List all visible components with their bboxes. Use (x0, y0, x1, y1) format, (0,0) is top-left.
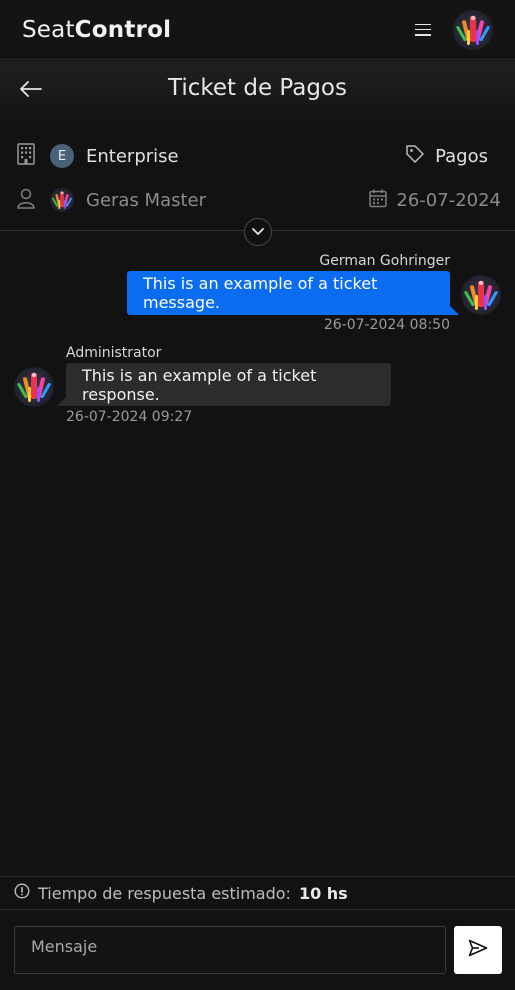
eta-label: Tiempo de respuesta estimado: (38, 883, 291, 903)
company-name: Enterprise (86, 145, 179, 167)
input-divider (0, 909, 515, 910)
author-avatar (14, 367, 54, 407)
info-circle-icon (14, 883, 30, 903)
user-name: Geras Master (86, 189, 207, 211)
message-timestamp: 26-07-2024 09:27 (66, 409, 193, 425)
brand-bold: Control (74, 16, 172, 43)
response-time-estimate: Tiempo de respuesta estimado: 10 hs (14, 882, 348, 904)
message-bubble-outgoing: This is an example of a ticket message. (127, 271, 450, 315)
category-name: Pagos (435, 145, 488, 167)
brand-light: Seat (22, 16, 75, 43)
footer-divider (0, 876, 515, 877)
bubble-tail (449, 305, 459, 315)
building-icon (16, 142, 36, 170)
message-text: This is an example of a ticket message. (143, 274, 378, 312)
top-bar: SeatControl (0, 0, 515, 60)
tag-icon (405, 144, 425, 168)
message-author: Administrator (66, 345, 162, 361)
hamburger-icon[interactable] (415, 23, 431, 36)
message-author: German Gohringer (319, 253, 450, 269)
ticket-header: Ticket de Pagos (0, 61, 515, 121)
ticket-date: 26-07-2024 (396, 189, 501, 211)
ticket-info-row-user: Geras Master 26-07-2024 (0, 183, 515, 217)
send-button[interactable] (454, 926, 502, 974)
message-input[interactable] (14, 926, 446, 974)
message-timestamp: 26-07-2024 08:50 (323, 317, 450, 333)
message-bubble-incoming: This is an example of a ticket response. (66, 363, 391, 406)
send-icon (468, 939, 488, 961)
page-title: Ticket de Pagos (167, 75, 347, 101)
author-avatar (461, 275, 501, 315)
chevron-down-icon[interactable] (244, 218, 272, 246)
calendar-icon (368, 188, 388, 212)
user-avatar (50, 188, 74, 212)
user-icon (16, 186, 36, 214)
eta-value: 10 hs (298, 883, 348, 903)
profile-avatar[interactable] (453, 9, 493, 50)
ticket-info-row-company: E Enterprise Pagos (0, 139, 515, 173)
message-text: This is an example of a ticket response. (82, 365, 317, 404)
company-avatar: E (50, 144, 74, 168)
brand-logo[interactable]: SeatControl (22, 17, 171, 43)
